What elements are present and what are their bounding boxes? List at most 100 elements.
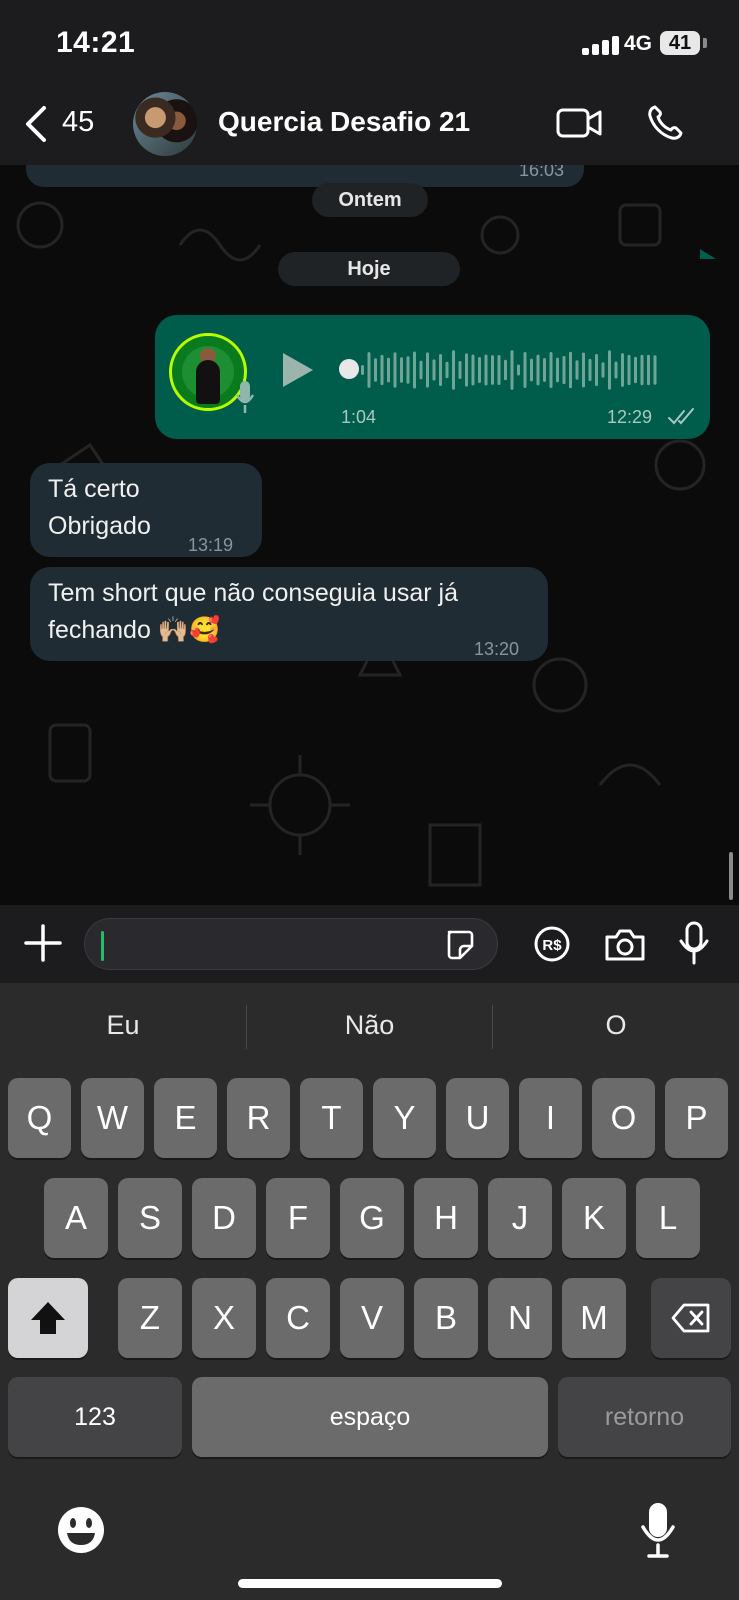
sticker-icon[interactable] [443,929,475,961]
payment-rs-icon[interactable]: R$ [533,925,571,963]
waveform-bar [426,352,429,388]
waveform-bar [601,362,605,378]
key-n[interactable]: N [488,1278,552,1358]
key-a[interactable]: A [44,1178,108,1258]
svg-text:R$: R$ [542,937,562,954]
key-v[interactable]: V [340,1278,404,1358]
waveform-bar [549,351,553,389]
backspace-icon [671,1303,710,1333]
audio-scrubber-handle[interactable] [339,359,359,379]
waveform-bar [432,359,436,381]
battery-nub [703,38,707,48]
date-chip-hoje: Hoje [278,252,460,286]
back-chevron-icon[interactable] [22,104,52,144]
incoming-message[interactable]: Tem short que não conseguia usar já fech… [30,567,548,661]
keyboard: Eu Não O Q W E R T Y U I O P A S D F G H… [0,983,739,1600]
waveform-bar [608,350,611,390]
audio-waveform[interactable] [361,345,661,395]
voice-bubble-tail [700,249,716,259]
numbers-key[interactable]: 123 [8,1377,182,1457]
microphone-icon[interactable] [678,921,710,965]
incoming-message[interactable]: Tá certo Obrigado 13:19 [30,463,262,557]
key-q[interactable]: Q [8,1078,71,1158]
shift-key[interactable] [8,1278,88,1358]
waveform-bar [530,358,533,382]
key-y[interactable]: Y [373,1078,436,1158]
key-f[interactable]: F [266,1178,330,1258]
backspace-key[interactable] [651,1278,731,1358]
scroll-indicator[interactable] [729,852,733,900]
dictation-mic-icon[interactable] [640,1501,676,1559]
waveform-bar [653,355,657,385]
waveform-bar [419,360,423,380]
message-time: 13:19 [188,535,234,555]
contact-avatar[interactable] [133,92,197,156]
key-g[interactable]: G [340,1178,404,1258]
waveform-bar [484,354,488,386]
key-o[interactable]: O [592,1078,655,1158]
key-e[interactable]: E [154,1078,217,1158]
waveform-bar [588,358,592,382]
home-indicator[interactable] [238,1579,502,1588]
waveform-bar [387,357,390,383]
back-unread-count[interactable]: 45 [62,106,94,139]
waveform-bar [543,357,546,383]
key-u[interactable]: U [446,1078,509,1158]
plus-icon[interactable] [24,924,62,962]
voice-mic-icon [235,381,255,413]
signal-icon [582,35,620,55]
chat-header: 14:21 4G 41 45 Quercia Desafio 21 [0,0,739,165]
key-p[interactable]: P [665,1078,728,1158]
waveform-bar [614,361,618,379]
key-l[interactable]: L [636,1178,700,1258]
message-text-line: Tem short que não conseguia usar já [48,579,458,607]
waveform-bar [361,365,364,375]
waveform-bar [471,354,475,386]
key-b[interactable]: B [414,1278,478,1358]
camera-icon[interactable] [603,927,647,963]
waveform-bar [634,356,637,384]
waveform-bar [575,360,579,380]
key-z[interactable]: Z [118,1278,182,1358]
key-j[interactable]: J [488,1178,552,1258]
contact-name[interactable]: Quercia Desafio 21 [218,106,470,138]
suggestion-eu[interactable]: Eu [0,1005,246,1045]
key-d[interactable]: D [192,1178,256,1258]
previous-message-bubble[interactable]: 16:03 [26,165,584,187]
date-chip-ontem: Ontem [312,183,428,217]
key-x[interactable]: X [192,1278,256,1358]
message-text-line: fechando 🙌🏼🥰 [48,616,221,644]
avatar-person-body [196,360,220,404]
chat-area[interactable]: 16:03 Ontem Hoje 1:04 12:29 Tá certo Obr… [0,165,739,905]
emoji-icon[interactable] [56,1505,106,1555]
voice-message-bubble[interactable]: 1:04 12:29 [155,315,710,439]
waveform-bar [491,355,494,385]
key-r[interactable]: R [227,1078,290,1158]
phone-call-icon[interactable] [646,104,684,142]
key-k[interactable]: K [562,1178,626,1258]
key-s[interactable]: S [118,1178,182,1258]
waveform-bar [627,354,631,386]
key-t[interactable]: T [300,1078,363,1158]
key-h[interactable]: H [414,1178,478,1258]
message-text-line: Obrigado [48,512,151,540]
waveform-bar [621,353,624,387]
suggestion-nao[interactable]: Não [247,1005,492,1045]
waveform-bar [562,355,566,385]
key-w[interactable]: W [81,1078,144,1158]
play-icon[interactable] [283,353,313,387]
shift-arrow-icon [31,1302,65,1334]
waveform-bar [582,352,585,388]
return-key[interactable]: retorno [558,1377,731,1457]
space-key[interactable]: espaço [192,1377,548,1457]
suggestion-o[interactable]: O [493,1005,739,1045]
double-check-icon [668,408,694,425]
key-i[interactable]: I [519,1078,582,1158]
message-input[interactable] [84,918,498,970]
key-m[interactable]: M [562,1278,626,1358]
video-call-icon[interactable] [556,106,602,140]
battery-icon: 41 [660,31,700,55]
waveform-bar [367,352,371,388]
key-c[interactable]: C [266,1278,330,1358]
voice-duration: 1:04 [341,407,377,427]
